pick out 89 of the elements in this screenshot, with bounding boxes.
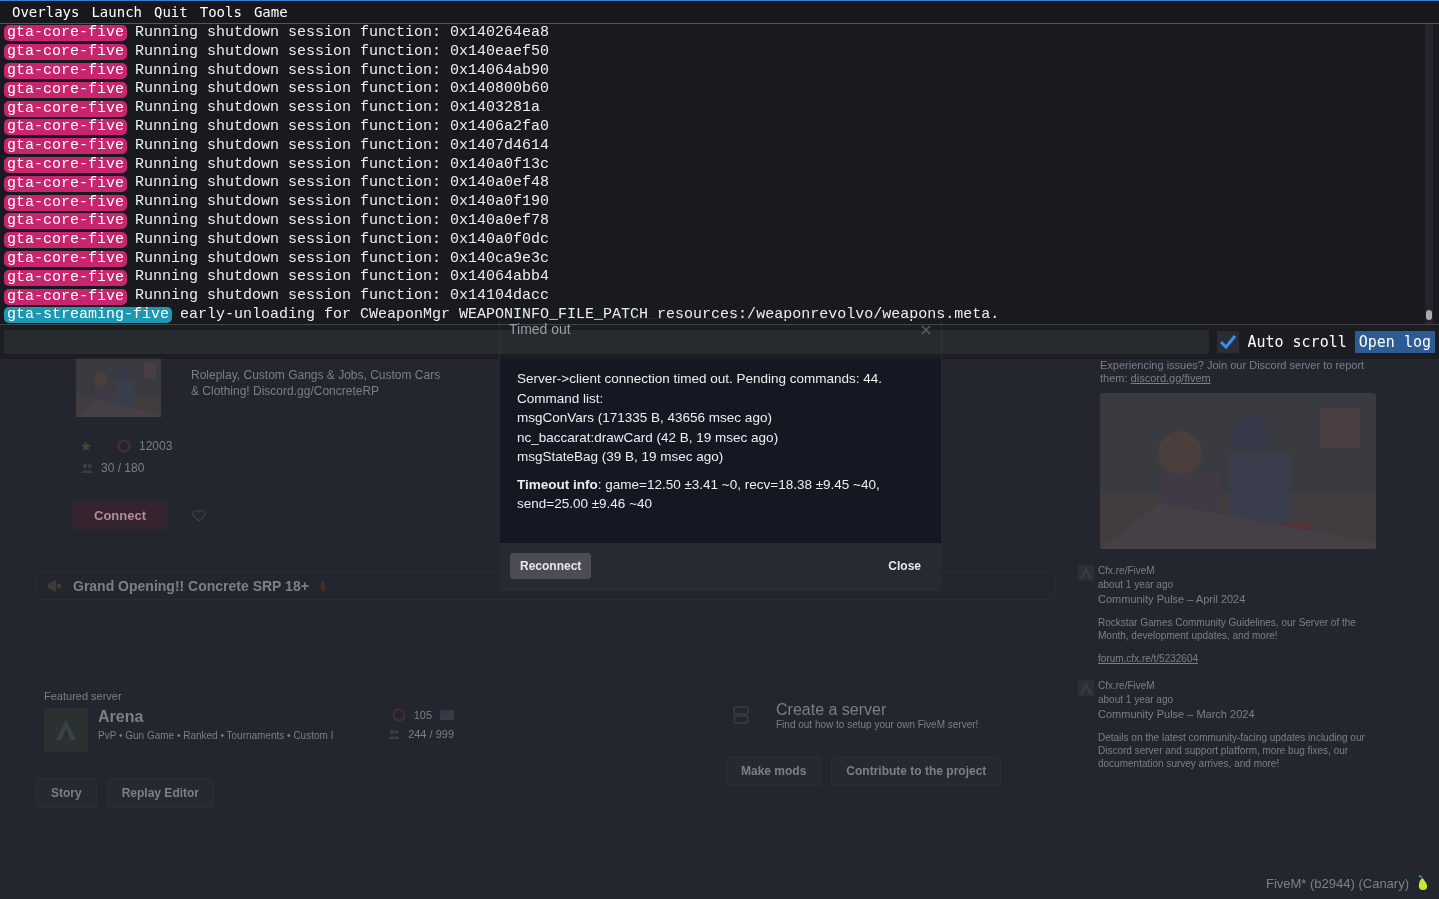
news-body: Rockstar Games Community Guidelines, our Server of the Month, development updates, and more! xyxy=(1098,616,1357,642)
close-icon[interactable] xyxy=(921,325,931,335)
create-server-subtitle: Find out how to setup your own FiveM server! xyxy=(776,718,979,730)
log-tag: gta-core-five xyxy=(4,81,128,98)
server-name[interactable]: Arena xyxy=(98,708,379,726)
replay-editor-button[interactable]: Replay Editor xyxy=(106,778,215,808)
boost-icon xyxy=(117,439,131,453)
scrollbar[interactable] xyxy=(1425,24,1433,324)
dialog-text: Server->client connection timed out. Pending commands: 44. xyxy=(517,370,884,388)
log-tag: gta-core-five xyxy=(4,175,128,192)
log-message: Running shutdown session function: 0x140a0f13c xyxy=(135,155,550,175)
log-message: Running shutdown session function: 0x14104dacc xyxy=(135,287,550,306)
log-message: Running shutdown session function: 0x14064ab90 xyxy=(135,61,550,81)
log-tag: gta-core-five xyxy=(4,25,128,42)
story-button[interactable]: Story xyxy=(36,778,97,808)
news-title: Community Pulse – March 2024 xyxy=(1098,708,1256,720)
open-log-button[interactable]: Open log xyxy=(1354,331,1435,353)
log-tag: gta-core-five xyxy=(4,100,128,117)
dialog-text: nc_baccarat:drawCard (42 B, 19 msec ago) xyxy=(517,428,780,447)
banner-text: Grand Opening!! Concrete SRP 18+ xyxy=(73,578,309,594)
log-tag: gta-core-five xyxy=(4,44,128,61)
megaphone-icon xyxy=(47,579,63,593)
dialog-title: Timed out xyxy=(509,321,571,337)
menu-item[interactable]: Tools xyxy=(193,4,248,20)
news-author: Cfx.re/FiveM xyxy=(1098,680,1156,691)
boost-icon xyxy=(391,708,406,722)
log-message: Running shutdown session function: 0x140eaef50 xyxy=(135,42,550,62)
news-title: Community Pulse – April 2024 xyxy=(1098,593,1247,605)
news-body: Details on the latest community-facing updates including our Discord server and support platform, more bug fixes, our documentation survey arrives, and more! xyxy=(1098,731,1366,770)
flame-icon xyxy=(318,580,327,592)
log-tag: gta-core-five xyxy=(4,138,128,155)
star-icon xyxy=(81,441,91,451)
menu-item[interactable]: Quit xyxy=(148,4,194,20)
server-description: Roleplay, Custom Gangs & Jobs, Custom Cars & Clothing! Discord.gg/ConcreteRP xyxy=(191,367,442,400)
log-tag: gta-core-five xyxy=(4,269,128,286)
log-tag: gta-core-five xyxy=(4,119,128,136)
news-author: Cfx.re/FiveM xyxy=(1098,565,1156,576)
log-tag: gta-core-five xyxy=(4,156,128,173)
flag-icon xyxy=(440,710,454,720)
news-link[interactable]: forum.cfx.re/t/5232604 xyxy=(1098,653,1368,664)
log-message: Running shutdown session function: 0x140a0ef78 xyxy=(135,211,550,231)
close-button[interactable]: Close xyxy=(878,555,931,577)
server-tags: PvP • Gun Game • Ranked • Tournaments • Custom I xyxy=(98,730,379,741)
heart-icon[interactable] xyxy=(192,509,206,522)
news-time: about 1 year ago xyxy=(1098,694,1175,705)
menu-item[interactable]: Launch xyxy=(85,4,148,20)
dialog-text: msgStateBag (39 B, 19 msec ago) xyxy=(517,448,725,466)
log-tag: gta-core-five xyxy=(4,63,128,79)
people-icon xyxy=(388,729,401,739)
log-message: Running shutdown session function: 0x140264ea8 xyxy=(135,24,550,43)
news-time: about 1 year ago xyxy=(1098,579,1175,590)
log-tag: gta-core-five xyxy=(4,232,128,249)
reconnect-button[interactable]: Reconnect xyxy=(510,553,592,579)
menu-item[interactable]: Game xyxy=(247,4,294,20)
log-message: Running shutdown session function: 0x14064abb4 xyxy=(135,268,550,288)
make-mods-button[interactable]: Make mods xyxy=(726,756,822,786)
auto-scroll-checkbox[interactable] xyxy=(1217,331,1240,353)
version-text: FiveM* (b2944) (Canary) xyxy=(1265,875,1409,891)
player-count: 30 / 180 xyxy=(101,461,145,475)
section-heading: Featured server xyxy=(44,690,123,702)
log-message: Running shutdown session function: 0x140800b60 xyxy=(135,80,550,100)
boost-count: 105 xyxy=(413,709,432,721)
log-message: Running shutdown session function: 0x1406a2fa0 xyxy=(135,118,550,137)
people-icon xyxy=(81,463,93,473)
log-tag: gta-core-five xyxy=(4,250,128,267)
log-message: Running shutdown session function: 0x140a0f190 xyxy=(135,193,550,212)
log-message: early-unloading for CWeaponMgr WEAPONINFO_FILE_PATCH resources:/weaponrevolvo/weapons.meta. xyxy=(180,305,1000,323)
checkbox-label: Auto scroll xyxy=(1247,333,1347,351)
connect-button[interactable]: Connect xyxy=(72,501,168,530)
log-message: Running shutdown session function: 0x1403281a xyxy=(135,99,541,118)
discord-link[interactable]: discord.gg/fivem xyxy=(1130,372,1211,384)
dialog-text: msgConVars (171335 B, 43656 msec ago) xyxy=(517,409,773,427)
log-message: Running shutdown session function: 0x140a0ef48 xyxy=(135,174,550,194)
log-message: Running shutdown session function: 0x140a0f0dc xyxy=(135,230,550,250)
log-tag: gta-streaming-five xyxy=(4,307,173,324)
contribute-button[interactable]: Contribute to the project xyxy=(831,756,1002,786)
player-count: 244 / 999 xyxy=(408,728,454,740)
log-message: Running shutdown session function: 0x1407d4614 xyxy=(135,136,550,156)
notice-text: Experiencing issues? Join our Discord server to report them: discord.gg/fivem xyxy=(1100,359,1366,385)
timeout-info: Timeout info: game=12.50 ±3.41 ~0, recv=18.38 ±9.45 ~40, send=25.00 ±9.46 ~40 xyxy=(517,475,881,513)
menu-item[interactable]: Overlays xyxy=(6,4,86,20)
log-tag: gta-core-five xyxy=(4,288,128,305)
log-tag: gta-core-five xyxy=(4,213,128,230)
boost-count: 12003 xyxy=(139,439,173,453)
log-tag: gta-core-five xyxy=(4,194,128,211)
dialog-text: Command list: xyxy=(517,389,605,408)
create-server-title[interactable]: Create a server xyxy=(776,700,979,719)
log-message: Running shutdown session function: 0x140ca9e3c xyxy=(135,249,550,269)
server-logo-icon xyxy=(44,708,88,752)
